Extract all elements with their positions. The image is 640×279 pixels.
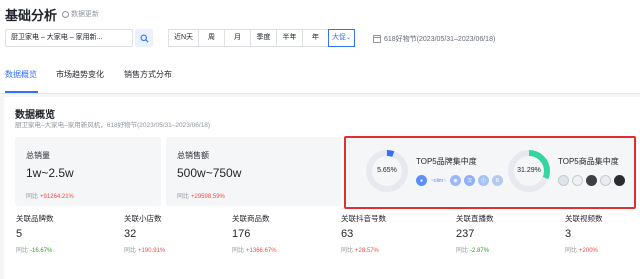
metric-shops: 关联小店数 32 同比 +190.91% xyxy=(124,213,165,254)
compare-label: 同比 xyxy=(232,248,245,254)
metric-douyin-accounts: 关联抖音号数 63 同比 +28.57% xyxy=(341,213,386,254)
metric-value: 5 xyxy=(16,228,23,240)
metric-label: 关联直播数 xyxy=(456,214,494,223)
metric-compare: 同比 +1366.67% xyxy=(232,245,277,254)
metric-value: 176 xyxy=(232,228,251,240)
compare-value: +28.57% xyxy=(355,248,379,254)
compare-value: -16.67% xyxy=(30,248,53,254)
filter-bar: 厨卫家电 – 大家电 – 家用新... 近N天 周 月 季度 半年 年 大促⌄ … xyxy=(0,26,640,56)
card-value: 1w~2.5w xyxy=(26,166,74,180)
chevron-down-icon: ⌄ xyxy=(345,35,352,41)
compare-label: 同比 xyxy=(341,248,354,254)
metric-label: 关联小店数 xyxy=(124,214,162,223)
metric-value: 237 xyxy=(456,228,475,240)
card-label: 总销量 xyxy=(26,151,50,160)
period-btn-halfyear[interactable]: 半年 xyxy=(276,29,303,47)
metric-value: 32 xyxy=(124,228,137,240)
metric-compare: 同比 +200% xyxy=(565,245,603,254)
period-btn-promotion-label: 大促 xyxy=(331,34,346,41)
compare-label: 同比 xyxy=(177,194,190,200)
card-compare: 同比 +29598.59% xyxy=(177,191,225,200)
metrics-row: 关联品牌数 5 同比 -16.67% 关联小店数 32 同比 +190.91% 关联… xyxy=(4,210,640,279)
top-bar: 基础分析 数据更新 xyxy=(0,0,640,26)
data-update-link[interactable]: 数据更新 xyxy=(62,9,99,19)
overview-subtitle: 厨卫家电–大家电–家用新风机，618好物节(2023/05/31–2023/06… xyxy=(15,122,211,129)
tab-overview[interactable]: 数据概览 xyxy=(5,69,37,80)
calendar-icon xyxy=(373,35,381,43)
period-btn-year[interactable]: 年 xyxy=(302,29,329,47)
period-btn-week[interactable]: 周 xyxy=(198,29,225,47)
compare-label: 同比 xyxy=(16,248,29,254)
metric-label: 关联抖音号数 xyxy=(341,214,386,223)
metric-label: 关联视频数 xyxy=(565,214,603,223)
metric-compare: 同比 -16.67% xyxy=(16,245,54,254)
period-btn-recent[interactable]: 近N天 xyxy=(168,29,199,47)
tab-sales-channel[interactable]: 销售方式分布 xyxy=(124,69,172,80)
metric-value: 3 xyxy=(565,228,572,240)
card-label: 总销售额 xyxy=(177,151,209,160)
period-btn-month[interactable]: 月 xyxy=(224,29,251,47)
date-range[interactable]: 618好物节(2023/05/31–2023/06/18) xyxy=(373,34,495,44)
metric-value: 63 xyxy=(341,228,354,240)
period-selector: 近N天 周 月 季度 半年 年 大促⌄ xyxy=(168,29,355,47)
metric-compare: 同比 +28.57% xyxy=(341,245,386,254)
compare-label: 同比 xyxy=(565,248,578,254)
tab-bar: 数据概览 市场趋势变化 销售方式分布 xyxy=(0,56,640,94)
compare-value: +200% xyxy=(579,248,598,254)
period-btn-quarter[interactable]: 季度 xyxy=(250,29,277,47)
info-icon xyxy=(62,10,69,18)
tab-active-indicator xyxy=(5,91,38,93)
card-compare: 同比 +91264.21% xyxy=(26,191,74,200)
compare-value: +1366.67% xyxy=(246,248,277,254)
category-select[interactable]: 厨卫家电 – 大家电 – 家用新... xyxy=(5,29,133,47)
compare-label: 同比 xyxy=(124,248,137,254)
page-title: 基础分析 xyxy=(5,8,58,23)
card-total-sales: 总销售额 500w~750w 同比 +29598.59% xyxy=(166,137,342,206)
update-note-label: 数据更新 xyxy=(71,11,99,18)
search-button[interactable] xyxy=(135,29,153,47)
period-btn-promotion[interactable]: 大促⌄ xyxy=(328,29,355,47)
compare-label: 同比 xyxy=(456,248,469,254)
compare-value: +190.91% xyxy=(138,248,166,254)
metric-products: 关联商品数 176 同比 +1366.67% xyxy=(232,213,277,254)
metric-livestreams: 关联直播数 237 同比 -2.87% xyxy=(456,213,494,254)
metric-compare: 同比 -2.87% xyxy=(456,245,494,254)
compare-label: 同比 xyxy=(26,194,39,200)
metric-label: 关联商品数 xyxy=(232,214,270,223)
highlight-box xyxy=(344,136,636,209)
date-range-label: 618好物节(2023/05/31–2023/06/18) xyxy=(384,36,496,43)
metric-brands: 关联品牌数 5 同比 -16.67% xyxy=(16,213,54,254)
metric-label: 关联品牌数 xyxy=(16,214,54,223)
compare-value: +29598.59% xyxy=(191,194,225,200)
card-value: 500w~750w xyxy=(177,166,242,180)
search-icon xyxy=(140,34,148,42)
metric-videos: 关联视频数 3 同比 +200% xyxy=(565,213,603,254)
metric-compare: 同比 +190.91% xyxy=(124,245,165,254)
card-total-volume: 总销量 1w~2.5w 同比 +91264.21% xyxy=(15,137,161,206)
compare-value: -2.87% xyxy=(470,248,490,254)
tab-market-trend[interactable]: 市场趋势变化 xyxy=(56,69,104,80)
compare-value: +91264.21% xyxy=(40,194,74,200)
